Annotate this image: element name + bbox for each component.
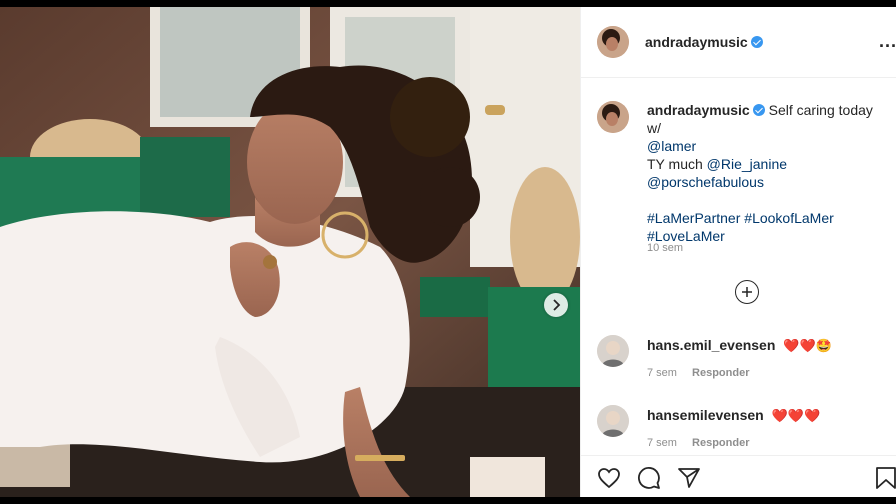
load-more-comments-button[interactable] [735, 280, 759, 304]
comment-item: hansemilevensen ❤️❤️❤️ 7 sem Responder [597, 405, 887, 455]
caption-timestamp[interactable]: 10 sem [647, 242, 683, 254]
post-actions-bar [581, 455, 896, 497]
mention-porschefabulous[interactable]: @porschefabulous [647, 174, 764, 190]
plus-icon [742, 287, 752, 297]
comment-text: ❤️❤️❤️ [771, 409, 821, 424]
post-photo[interactable] [0, 7, 580, 497]
heart-icon [598, 468, 620, 489]
reply-button[interactable]: Responder [692, 367, 749, 379]
post-modal: andradaymusic ... andradaymusic Self car… [0, 7, 896, 497]
commenter-username[interactable]: hansemilevensen [647, 407, 764, 423]
chevron-right-icon [553, 299, 561, 311]
mention-lamer[interactable]: @lamer [647, 138, 696, 154]
thanks-text: TY much [647, 156, 703, 172]
reply-button[interactable]: Responder [692, 437, 749, 449]
comment-text: ❤️❤️🤩 [783, 339, 832, 354]
next-photo-button[interactable] [544, 293, 568, 317]
commenter-avatar[interactable] [597, 405, 629, 437]
save-button[interactable] [875, 466, 896, 495]
hashtag-lamerpartner[interactable]: #LaMerPartner [647, 210, 740, 226]
comment-button[interactable] [637, 466, 661, 495]
commenter-username[interactable]: hans.emil_evensen [647, 337, 775, 353]
comment-timestamp[interactable]: 7 sem [647, 437, 677, 449]
caption-text: andradaymusic Self caring today w/ @lame… [647, 101, 887, 245]
author-avatar[interactable] [597, 26, 629, 58]
verified-badge-icon [752, 104, 765, 116]
author-username[interactable]: andradaymusic [645, 34, 748, 50]
mention-rie-janine[interactable]: @Rie_janine [707, 156, 787, 172]
more-options-icon[interactable]: ... [879, 32, 896, 50]
caption-avatar[interactable] [597, 101, 629, 133]
caption-username[interactable]: andradaymusic [647, 102, 750, 118]
share-button[interactable] [677, 466, 701, 495]
comment-icon [638, 467, 660, 489]
commenter-avatar[interactable] [597, 335, 629, 367]
like-button[interactable] [597, 466, 621, 495]
send-icon [678, 468, 700, 488]
hashtag-lookoflamer[interactable]: #LookofLaMer [744, 210, 834, 226]
verified-badge-icon [750, 36, 763, 48]
post-side-panel: andradaymusic ... andradaymusic Self car… [580, 7, 896, 497]
comment-item: hans.emil_evensen ❤️❤️🤩 7 sem Responder [597, 335, 887, 385]
comment-timestamp[interactable]: 7 sem [647, 367, 677, 379]
bookmark-icon [876, 467, 896, 489]
post-header: andradaymusic ... [581, 7, 896, 78]
author-name[interactable]: andradaymusic [645, 34, 763, 52]
